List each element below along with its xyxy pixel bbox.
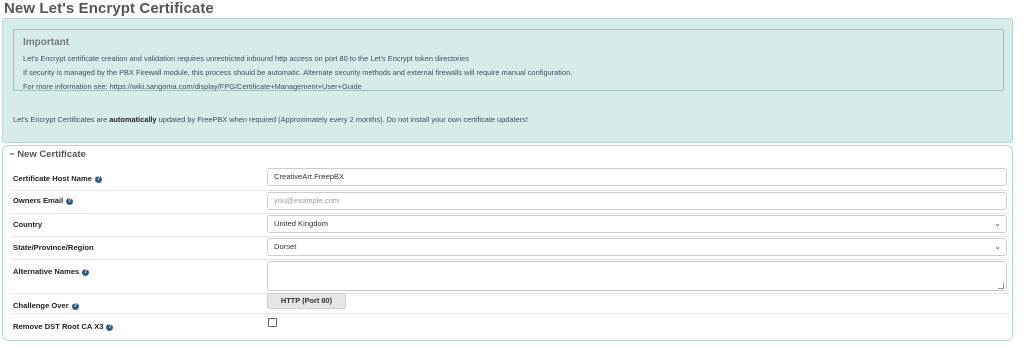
help-icon[interactable]: ? (94, 175, 102, 183)
form-row-owners-email: Owners Email? you@example.com (11, 190, 1009, 214)
page-title: New Let's Encrypt Certificate (4, 0, 214, 17)
remove-dst-label-text: Remove DST Root CA X3 (13, 322, 104, 331)
alt-names-label-text: Alternative Names (13, 267, 80, 276)
help-icon[interactable]: ? (82, 268, 90, 276)
challenge-label-text: Challenge Over (13, 301, 69, 310)
chevron-down-icon: ⌄ (994, 242, 1001, 251)
alt-names-label: Alternative Names? (13, 267, 90, 276)
host-name-value: CreativeArt.FreepBX (274, 172, 345, 181)
form-row-challenge: Challenge Over? HTTP (Port 80) (11, 293, 1009, 314)
section-legend[interactable]: − New Certificate (9, 149, 86, 160)
host-name-input[interactable]: CreativeArt.FreepBX (267, 168, 1007, 186)
resize-grip-icon[interactable] (998, 283, 1004, 289)
host-name-label-text: Certificate Host Name (13, 174, 92, 183)
form-row-alt-names: Alternative Names? (11, 259, 1009, 294)
country-selected: United Kingdom (274, 219, 329, 228)
state-label: State/Province/Region (13, 243, 94, 252)
state-select[interactable]: Dorset ⌄ (267, 238, 1007, 256)
help-icon[interactable]: ? (106, 323, 114, 331)
alert-line-3: For more information see: https://wiki.s… (23, 82, 362, 91)
host-name-label: Certificate Host Name? (13, 174, 102, 183)
alert-footer-bold: automatically (109, 115, 157, 124)
owners-email-label: Owners Email? (13, 196, 74, 205)
important-heading: Important (23, 37, 70, 48)
help-icon[interactable]: ? (66, 197, 74, 205)
collapse-toggle-icon[interactable]: − (9, 149, 15, 160)
remove-dst-checkbox[interactable] (268, 318, 277, 327)
form-row-remove-dst: Remove DST Root CA X3? (11, 313, 1009, 335)
form-row-host-name: Certificate Host Name? CreativeArt.Freep… (11, 168, 1009, 191)
owners-email-input[interactable]: you@example.com (267, 192, 1007, 210)
alert-footer-suffix: updated by FreePBX when required (Approx… (156, 115, 528, 124)
alert-line-1: Let's Encrypt certificate creation and v… (23, 54, 470, 63)
important-box: Important Let's Encrypt certificate crea… (13, 29, 1004, 91)
owners-email-label-text: Owners Email (13, 196, 64, 205)
state-selected: Dorset (274, 242, 297, 251)
challenge-http-button[interactable]: HTTP (Port 80) (267, 293, 346, 309)
form-row-state: State/Province/Region Dorset ⌄ (11, 236, 1009, 260)
section-title: New Certificate (17, 149, 86, 160)
challenge-label: Challenge Over? (13, 301, 79, 310)
new-certificate-fieldset: − New Certificate Certificate Host Name?… (2, 145, 1013, 341)
alert-line-2: If security is managed by the PBX Firewa… (23, 68, 573, 77)
remove-dst-label: Remove DST Root CA X3? (13, 322, 114, 331)
info-alert: Important Let's Encrypt certificate crea… (2, 18, 1013, 143)
alt-names-textarea[interactable] (267, 261, 1007, 291)
country-label: Country (13, 220, 43, 229)
owners-email-placeholder: you@example.com (274, 196, 340, 205)
chevron-down-icon: ⌄ (994, 219, 1001, 228)
alert-footer-prefix: Let's Encrypt Certificates are (13, 115, 110, 124)
alert-footer: Let's Encrypt Certificates are automatic… (13, 115, 528, 124)
help-icon[interactable]: ? (71, 302, 79, 310)
country-select[interactable]: United Kingdom ⌄ (267, 215, 1007, 233)
form-row-country: Country United Kingdom ⌄ (11, 213, 1009, 237)
